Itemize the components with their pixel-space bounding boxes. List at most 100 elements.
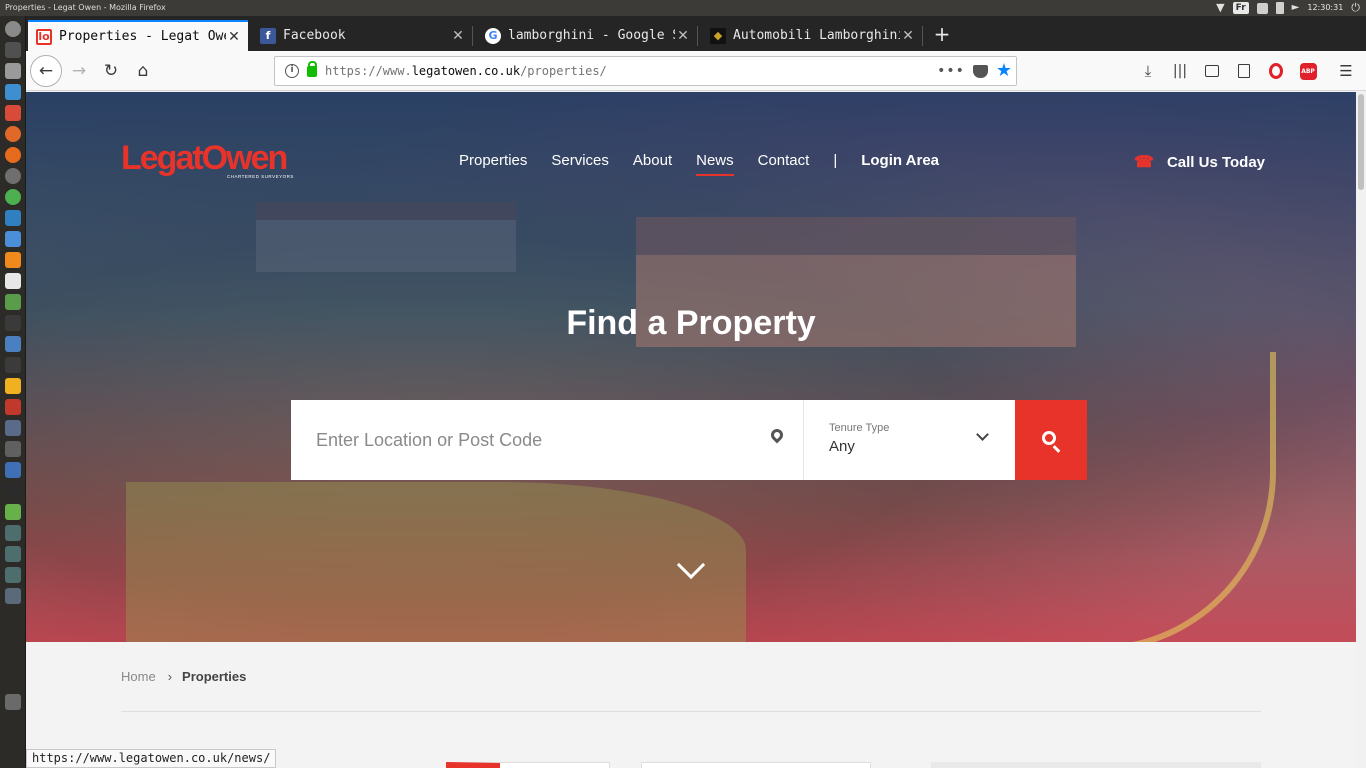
tab-lamborghini[interactable]: ◆ Automobili Lamborghini ✕ [702,20,923,51]
link-status-bar: https://www.legatowen.co.uk/news/ [26,749,277,768]
launcher-app-icon[interactable] [4,273,21,289]
page-scrollbar[interactable] [1356,92,1366,768]
keyboard-layout-indicator[interactable]: Fr [1232,2,1249,14]
hero-background-lawn [126,482,746,642]
forward-button[interactable]: → [65,57,93,85]
sidebar-panel-peek [931,762,1261,768]
launcher-app-icon[interactable] [4,126,21,142]
clipboard-icon[interactable] [1256,2,1268,14]
launcher-app-icon[interactable] [4,357,21,373]
page-info-icon[interactable]: i [285,64,299,78]
launcher-terminal-icon[interactable] [4,42,21,58]
call-us-link[interactable]: ☎ Call Us Today [1134,152,1265,172]
close-tab-icon[interactable]: ✕ [450,28,466,44]
battery-icon[interactable] [1275,2,1284,14]
menu-hamburger-icon[interactable]: ☰ [1336,61,1356,81]
system-tray: ▼ Fr ► 12:30:31 ⏻ [1216,0,1360,16]
os-top-bar: Properties - Legat Owen - Mozilla Firefo… [0,0,1366,16]
launcher-app-icon[interactable] [4,588,21,604]
nav-contact[interactable]: Contact [758,152,810,169]
browser-tab-strip: lo Properties - Legat Owen ✕ f Facebook … [26,16,1366,51]
library-icon[interactable]: ||| [1170,61,1190,81]
launcher-chrome-icon[interactable] [4,189,21,205]
filter-toggle-peek[interactable] [446,762,610,768]
nav-about[interactable]: About [633,152,672,169]
login-area-link[interactable]: Login Area [861,152,939,169]
launcher-app-icon[interactable] [4,441,21,457]
launcher-app-icon[interactable] [4,105,21,121]
search-icon [1042,431,1056,445]
close-tab-icon[interactable]: ✕ [675,28,691,44]
address-bar[interactable]: i https://www.legatowen.co.uk/properties… [274,56,1017,86]
sort-select-peek[interactable] [641,762,871,768]
launcher-vscode-icon[interactable] [4,210,21,226]
launcher-filezilla-icon[interactable] [4,399,21,415]
launcher-trash-icon[interactable] [4,694,21,710]
scrollbar-thumb[interactable] [1358,94,1364,190]
launcher-app-icon[interactable] [4,525,21,541]
pocket-icon[interactable] [972,64,988,78]
nav-properties[interactable]: Properties [459,152,527,169]
url-prefix: https://www. [325,64,412,78]
tab-google-search[interactable]: G lamborghini - Google Search ✕ [477,20,698,51]
launcher-app-icon[interactable] [4,483,21,499]
nav-news[interactable]: News [696,152,734,176]
launcher-app-icon[interactable] [4,567,21,583]
adblock-plus-icon[interactable]: ABP [1298,61,1318,81]
launcher-app-icon[interactable] [4,336,21,352]
launcher-files-icon[interactable] [4,63,21,79]
launcher-app-icon[interactable] [4,294,21,310]
url-text[interactable]: https://www.legatowen.co.uk/properties/ [325,64,607,78]
breadcrumb-home[interactable]: Home [121,669,156,684]
tab-legatowen[interactable]: lo Properties - Legat Owen ✕ [28,20,248,51]
launcher-star-icon[interactable] [4,378,21,394]
tenure-type-select[interactable]: Tenure Type Any [803,400,1015,480]
launcher-app-icon[interactable] [4,168,21,184]
launcher-app-icon[interactable] [4,546,21,562]
wifi-icon[interactable]: ▼ [1216,0,1224,16]
back-button[interactable]: ← [30,55,62,87]
reader-view-icon[interactable] [1234,61,1254,81]
volume-icon[interactable]: ► [1292,0,1300,16]
logo-subtext: CHARTERED SURVEYORS [227,174,294,179]
property-search-form: Tenure Type Any [291,400,1087,480]
hero-title: Find a Property [566,304,816,342]
urlbar-actions: ••• ★ [937,61,1012,81]
tab-facebook[interactable]: f Facebook ✕ [252,20,473,51]
reload-button[interactable]: ↻ [97,57,125,85]
legatowen-logo[interactable]: LegatOwen CHARTERED SURVEYORS [121,140,301,180]
location-search-input[interactable] [316,429,756,451]
launcher-settings-icon[interactable] [4,21,21,37]
page-actions-icon[interactable]: ••• [937,63,965,79]
map-pin-icon[interactable] [768,426,786,444]
home-button[interactable]: ⌂ [129,57,157,85]
breadcrumb-current: Properties [182,669,247,684]
launcher-vlc-icon[interactable] [4,252,21,268]
chevron-down-icon [976,428,989,441]
power-icon[interactable]: ⏻ [1351,0,1360,16]
secure-lock-icon[interactable] [307,60,317,77]
main-navigation: Properties Services About News Contact |… [459,152,939,176]
launcher-app-icon[interactable] [4,504,21,520]
tenure-type-value: Any [829,438,855,455]
launcher-app-icon[interactable] [4,84,21,100]
close-tab-icon[interactable]: ✕ [900,28,916,44]
nav-services[interactable]: Services [551,152,609,169]
section-divider [121,711,1261,712]
launcher-doc-icon[interactable] [4,231,21,247]
close-tab-icon[interactable]: ✕ [226,29,242,45]
hero-background-building [256,202,516,272]
app-launcher [0,16,26,768]
downloads-icon[interactable]: ⤓ [1138,61,1158,81]
opera-extension-icon[interactable] [1266,61,1286,81]
search-button[interactable] [1015,400,1087,480]
url-path: /properties/ [520,64,607,78]
sidebar-icon[interactable] [1202,61,1222,81]
bookmark-star-icon[interactable]: ★ [996,61,1012,81]
new-tab-button[interactable]: + [932,22,952,46]
launcher-firefox-icon[interactable] [4,147,21,163]
launcher-app-icon[interactable] [4,420,21,436]
system-clock[interactable]: 12:30:31 [1307,0,1343,16]
launcher-app-icon[interactable] [4,462,21,478]
launcher-app-icon[interactable] [4,315,21,331]
